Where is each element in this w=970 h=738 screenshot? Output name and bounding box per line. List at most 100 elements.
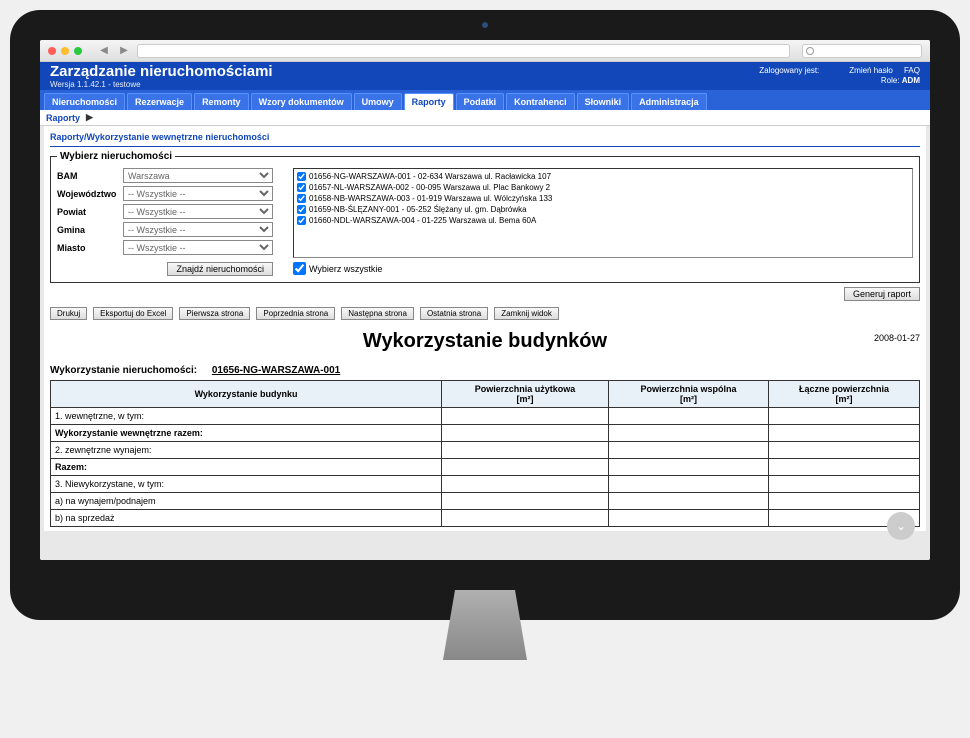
- wojewodztwo-label: Województwo: [57, 189, 117, 199]
- url-input[interactable]: [137, 44, 790, 58]
- print-button[interactable]: Drukuj: [50, 307, 87, 320]
- miasto-select[interactable]: -- Wszystkie --: [123, 240, 273, 255]
- row-value: [608, 442, 768, 459]
- generate-report-button[interactable]: Generuj raport: [844, 287, 920, 301]
- minimize-window-icon[interactable]: [61, 47, 69, 55]
- row-value: [442, 425, 609, 442]
- row-desc: 2. zewnętrzne wynajem:: [51, 442, 442, 459]
- next-page-button[interactable]: Następna strona: [341, 307, 414, 320]
- forward-icon[interactable]: ▶: [117, 44, 131, 58]
- list-item[interactable]: 01658-NB-WARSZAWA-003 - 01-919 Warszawa …: [296, 193, 910, 204]
- property-label: 01659-NB-ŚLĘZANY-001 - 05-252 Ślężany ul…: [309, 205, 527, 214]
- tab-raporty[interactable]: Raporty: [404, 93, 454, 110]
- maximize-window-icon[interactable]: [74, 47, 82, 55]
- screen: ◀ ▶ Zarządzanie nieruchomościami Wersja …: [40, 40, 930, 560]
- row-value: [442, 459, 609, 476]
- close-window-icon[interactable]: [48, 47, 56, 55]
- property-checkbox[interactable]: [297, 194, 306, 203]
- property-label: 01656-NG-WARSZAWA-001 - 02-634 Warszawa …: [309, 172, 551, 181]
- row-value: [769, 408, 920, 425]
- table-row: 3. Niewykorzystane, w tym:: [51, 476, 920, 493]
- last-page-button[interactable]: Ostatnia strona: [420, 307, 488, 320]
- row-value: [442, 442, 609, 459]
- gmina-label: Gmina: [57, 225, 117, 235]
- row-value: [769, 425, 920, 442]
- row-value: [442, 493, 609, 510]
- tab-wzory-dokumentów[interactable]: Wzory dokumentów: [251, 93, 352, 110]
- sub-nav: Raporty ▶: [40, 110, 930, 126]
- export-excel-button[interactable]: Eksportuj do Excel: [93, 307, 173, 320]
- role-label: Role:: [881, 76, 900, 85]
- row-value: [769, 493, 920, 510]
- property-checkbox[interactable]: [297, 183, 306, 192]
- camera-icon: [482, 22, 488, 28]
- prev-page-button[interactable]: Poprzednia strona: [256, 307, 335, 320]
- scroll-down-icon[interactable]: ⌄: [887, 512, 915, 540]
- row-value: [769, 459, 920, 476]
- row-value: [608, 476, 768, 493]
- back-icon[interactable]: ◀: [97, 44, 111, 58]
- property-checkbox[interactable]: [297, 216, 306, 225]
- property-checkbox[interactable]: [297, 172, 306, 181]
- filter-legend: Wybierz nieruchomości: [57, 151, 175, 162]
- faq-link[interactable]: FAQ: [904, 66, 920, 75]
- tab-kontrahenci[interactable]: Kontrahenci: [506, 93, 575, 110]
- property-label: 01657-NL-WARSZAWA-002 - 00-095 Warszawa …: [309, 183, 550, 192]
- row-value: [769, 476, 920, 493]
- row-desc: a) na wynajem/podnajem: [51, 493, 442, 510]
- table-row: 1. wewnętrzne, w tym:: [51, 408, 920, 425]
- monitor-stand: [405, 590, 565, 680]
- row-value: [442, 408, 609, 425]
- find-properties-button[interactable]: Znajdź nieruchomości: [167, 262, 273, 276]
- col-desc: Wykorzystanie budynku: [51, 381, 442, 408]
- property-label: 01660-NDL-WARSZAWA-004 - 01-225 Warszawa…: [309, 216, 536, 225]
- app-version: Wersja 1.1.42.1 - testowe: [50, 80, 273, 89]
- select-all-label: Wybierz wszystkie: [309, 264, 382, 274]
- row-value: [608, 510, 768, 527]
- tab-nieruchomości[interactable]: Nieruchomości: [44, 93, 125, 110]
- list-item[interactable]: 01659-NB-ŚLĘZANY-001 - 05-252 Ślężany ul…: [296, 204, 910, 215]
- report-toolbar: Drukuj Eksportuj do Excel Pierwsza stron…: [50, 305, 920, 322]
- col-area-total: Łączne powierzchnia[m²]: [769, 381, 920, 408]
- properties-list[interactable]: 01656-NG-WARSZAWA-001 - 02-634 Warszawa …: [293, 168, 913, 258]
- tab-rezerwacje[interactable]: Rezerwacje: [127, 93, 192, 110]
- logged-label: Zalogowany jest:: [759, 66, 819, 76]
- tab-umowy[interactable]: Umowy: [354, 93, 402, 110]
- report-subtitle-label: Wykorzystanie nieruchomości:: [50, 365, 197, 376]
- miasto-label: Miasto: [57, 243, 117, 253]
- window-controls: [48, 47, 82, 55]
- search-input[interactable]: [802, 44, 922, 58]
- first-page-button[interactable]: Pierwsza strona: [179, 307, 250, 320]
- list-item[interactable]: 01657-NL-WARSZAWA-002 - 00-095 Warszawa …: [296, 182, 910, 193]
- list-item[interactable]: 01656-NG-WARSZAWA-001 - 02-634 Warszawa …: [296, 171, 910, 182]
- col-area-common: Powierzchnia wspólna[m²]: [608, 381, 768, 408]
- powiat-label: Powiat: [57, 207, 117, 217]
- list-item[interactable]: 01660-NDL-WARSZAWA-004 - 01-225 Warszawa…: [296, 215, 910, 226]
- main-tabs: NieruchomościRezerwacjeRemontyWzory doku…: [40, 90, 930, 110]
- close-view-button[interactable]: Zamknij widok: [494, 307, 559, 320]
- row-desc: 1. wewnętrzne, w tym:: [51, 408, 442, 425]
- row-value: [608, 408, 768, 425]
- tab-słowniki[interactable]: Słowniki: [577, 93, 630, 110]
- property-checkbox[interactable]: [297, 205, 306, 214]
- filter-panel: Wybierz nieruchomości BAM Warszawa Wojew…: [50, 151, 920, 283]
- subtab-raporty[interactable]: Raporty: [46, 113, 80, 123]
- report-date: 2008-01-27: [874, 333, 920, 343]
- select-all-checkbox[interactable]: [293, 262, 306, 275]
- header-user-info: Zalogowany jest: Zmień hasło FAQ Role: A…: [759, 66, 920, 87]
- row-value: [442, 476, 609, 493]
- wojewodztwo-select[interactable]: -- Wszystkie --: [123, 186, 273, 201]
- bam-select[interactable]: Warszawa: [123, 168, 273, 183]
- tab-remonty[interactable]: Remonty: [194, 93, 249, 110]
- breadcrumb: Raporty/Wykorzystanie wewnętrzne nieruch…: [50, 130, 920, 147]
- gmina-select[interactable]: -- Wszystkie --: [123, 222, 273, 237]
- tab-podatki[interactable]: Podatki: [456, 93, 505, 110]
- browser-chrome: ◀ ▶: [40, 40, 930, 62]
- app-title: Zarządzanie nieruchomościami: [50, 63, 273, 80]
- report-title: Wykorzystanie budynków: [50, 322, 920, 361]
- row-desc: b) na sprzedaż: [51, 510, 442, 527]
- tab-administracja[interactable]: Administracja: [631, 93, 707, 110]
- row-value: [608, 493, 768, 510]
- change-password-link[interactable]: Zmień hasło: [849, 66, 893, 75]
- powiat-select[interactable]: -- Wszystkie --: [123, 204, 273, 219]
